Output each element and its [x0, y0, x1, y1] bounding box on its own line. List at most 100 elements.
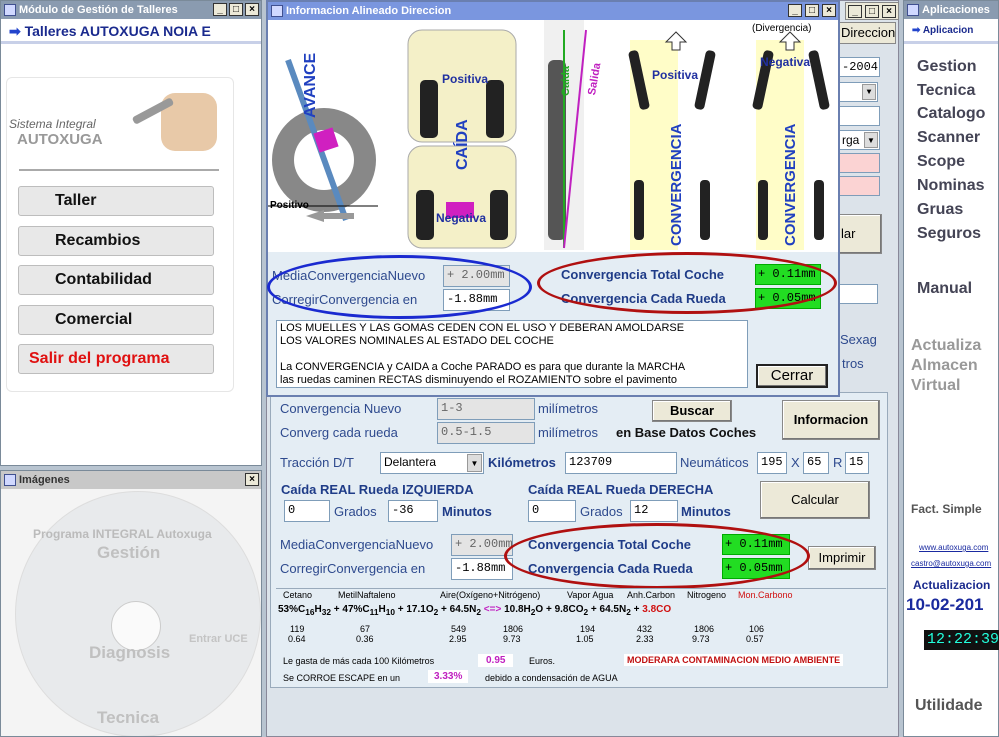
menu-utilidades[interactable]: Utilidade	[915, 697, 983, 715]
minimize-icon[interactable]: _	[848, 5, 862, 18]
km-label: Kilómetros	[488, 455, 556, 470]
neum-height-field[interactable]: 65	[803, 452, 829, 474]
pink-field[interactable]	[838, 176, 880, 196]
convergencia-label: CONVERGENCIA	[782, 123, 799, 246]
chevron-down-icon[interactable]: ▼	[862, 84, 876, 100]
actualizacion-label: Actualizacion	[913, 578, 991, 592]
menu-virtual[interactable]: Virtual	[911, 377, 961, 395]
menu-gruas[interactable]: Gruas	[917, 201, 963, 219]
comercial-button[interactable]: Comercial	[18, 305, 214, 335]
watermark-text: Tecnica	[97, 708, 160, 727]
neum-width-field[interactable]: 195	[757, 452, 787, 474]
izq-minutos-field[interactable]: -36	[388, 500, 438, 522]
contabilidad-button[interactable]: Contabilidad	[18, 265, 214, 295]
website-link[interactable]: www.autoxuga.com	[919, 543, 988, 552]
neum-rim-field[interactable]: 15	[845, 452, 869, 474]
close-icon[interactable]: ×	[245, 473, 259, 486]
informacion-button[interactable]: Informacion	[782, 400, 880, 440]
combo-field[interactable]: ▼	[838, 82, 878, 102]
km-field[interactable]: 123709	[565, 452, 677, 474]
menu-almacen[interactable]: Almacen	[911, 357, 978, 375]
taller-button[interactable]: Taller	[18, 186, 214, 216]
carga-select[interactable]: rga ▼	[838, 130, 880, 150]
menu-actualiza[interactable]: Actualiza	[911, 337, 981, 355]
chevron-down-icon[interactable]: ▼	[467, 454, 482, 472]
pink-field[interactable]	[838, 153, 880, 173]
tab-direccion[interactable]: Direccion	[836, 22, 896, 44]
carga-select-value: rga	[842, 133, 860, 147]
menu-catalogo[interactable]: Catalogo	[917, 105, 985, 123]
chem-value: 1.05	[576, 634, 594, 644]
note-line: La CONVERGENCIA y CAIDA a Coche PARADO e…	[280, 361, 686, 373]
caida-label: CAÍDA	[454, 119, 471, 170]
grados-label: Grados	[580, 504, 623, 519]
email-link[interactable]: castro@autoxuga.com	[911, 559, 991, 568]
base-datos-label: en Base Datos Coches	[616, 425, 757, 440]
clock-display: 12:22:39	[924, 630, 999, 650]
menu-gestion[interactable]: Gestion	[917, 58, 977, 76]
chem-header: Anh.Carbon	[627, 590, 676, 600]
note-line: las ruedas caminen RECTAS disminuyendo e…	[280, 374, 677, 386]
app-icon	[271, 5, 283, 17]
close-icon[interactable]: ×	[882, 5, 896, 18]
menu-tecnica[interactable]: Tecnica	[917, 82, 975, 100]
corregir-conv-field[interactable]: -1.88mm	[451, 558, 513, 580]
gestion-window: Módulo de Gestión de Talleres _ □ × ➡ Tall…	[0, 0, 262, 466]
der-grados-field[interactable]: 0	[528, 500, 576, 522]
der-minutos-field[interactable]: 12	[630, 500, 678, 522]
gasta-label: Le gasta de más cada 100 Kilómetros	[283, 656, 435, 666]
chem-value: 2.33	[636, 634, 654, 644]
chem-header: MetilNaftaleno	[338, 590, 396, 600]
traccion-select[interactable]: Delantera ▼	[380, 452, 484, 474]
cerrar-button[interactable]: Cerrar	[756, 364, 828, 388]
conv-rueda-field[interactable]: 0.5-1.5	[437, 422, 535, 444]
gestion-titlebar[interactable]: Módulo de Gestión de Talleres _ □ ×	[1, 1, 261, 19]
minimize-icon[interactable]: _	[213, 3, 227, 16]
info-note-textarea[interactable]: LOS MUELLES Y LAS GOMAS CEDEN CON EL USO…	[276, 320, 748, 388]
close-icon[interactable]: ×	[822, 4, 836, 17]
minimize-icon[interactable]: _	[788, 4, 802, 17]
buscar-button[interactable]: Buscar	[652, 400, 732, 422]
maximize-icon[interactable]: □	[229, 3, 243, 16]
calcular-back-button[interactable]: lar	[836, 214, 882, 254]
chem-value: 1806	[694, 624, 715, 634]
fact-simple-link[interactable]: Fact. Simple	[911, 502, 982, 516]
chem-value: 0.57	[746, 634, 764, 644]
info-media-field[interactable]: + 2.00mm	[443, 265, 510, 287]
chevron-down-icon[interactable]: ▼	[864, 132, 878, 148]
info-corregir-field[interactable]: -1.88mm	[443, 289, 510, 311]
menu-nominas[interactable]: Nominas	[917, 177, 985, 195]
chem-header: Cetano	[283, 590, 313, 600]
imagenes-titlebar[interactable]: Imágenes ×	[1, 471, 261, 489]
media-conv-field[interactable]: + 2.00mm	[451, 534, 513, 556]
note-spacer	[280, 348, 744, 361]
alignment-diagram	[268, 20, 838, 252]
menu-manual[interactable]: Manual	[917, 280, 972, 298]
close-icon[interactable]: ×	[245, 3, 259, 16]
app-icon	[4, 4, 16, 16]
app-icon	[907, 4, 919, 16]
menu-seguros[interactable]: Seguros	[917, 225, 981, 243]
empty-field[interactable]	[838, 106, 880, 126]
info-rueda-label: Convergencia Cada Rueda	[561, 291, 726, 306]
info-corregir-label: CorregirConvergencia en	[272, 292, 418, 307]
aplicaciones-titlebar[interactable]: Aplicaciones	[904, 1, 998, 19]
imprimir-button[interactable]: Imprimir	[808, 546, 876, 570]
menu-scope[interactable]: Scope	[917, 153, 965, 171]
maximize-icon[interactable]: □	[865, 5, 879, 18]
menu-scanner[interactable]: Scanner	[917, 129, 980, 147]
izq-grados-field[interactable]: 0	[284, 500, 330, 522]
chem-header: Nitrogeno	[687, 590, 727, 600]
calcular-button[interactable]: Calcular	[760, 481, 870, 519]
conv-nuevo-field[interactable]: 1-3	[437, 398, 535, 420]
aplicaciones-header-text: Aplicacion	[922, 25, 974, 36]
info-titlebar[interactable]: Informacion Alineado Direccion _ □ ×	[268, 2, 838, 20]
recambios-button[interactable]: Recambios	[18, 226, 214, 256]
empty-field[interactable]	[838, 284, 878, 304]
minutos-label: Minutos	[442, 504, 492, 519]
corregir-conv-label: CorregirConvergencia en	[280, 561, 426, 576]
salir-button[interactable]: Salir del programa	[18, 344, 214, 374]
maximize-icon[interactable]: □	[805, 4, 819, 17]
negativa-label: Negativa	[436, 211, 487, 225]
date-field[interactable]: -2004	[838, 57, 880, 77]
